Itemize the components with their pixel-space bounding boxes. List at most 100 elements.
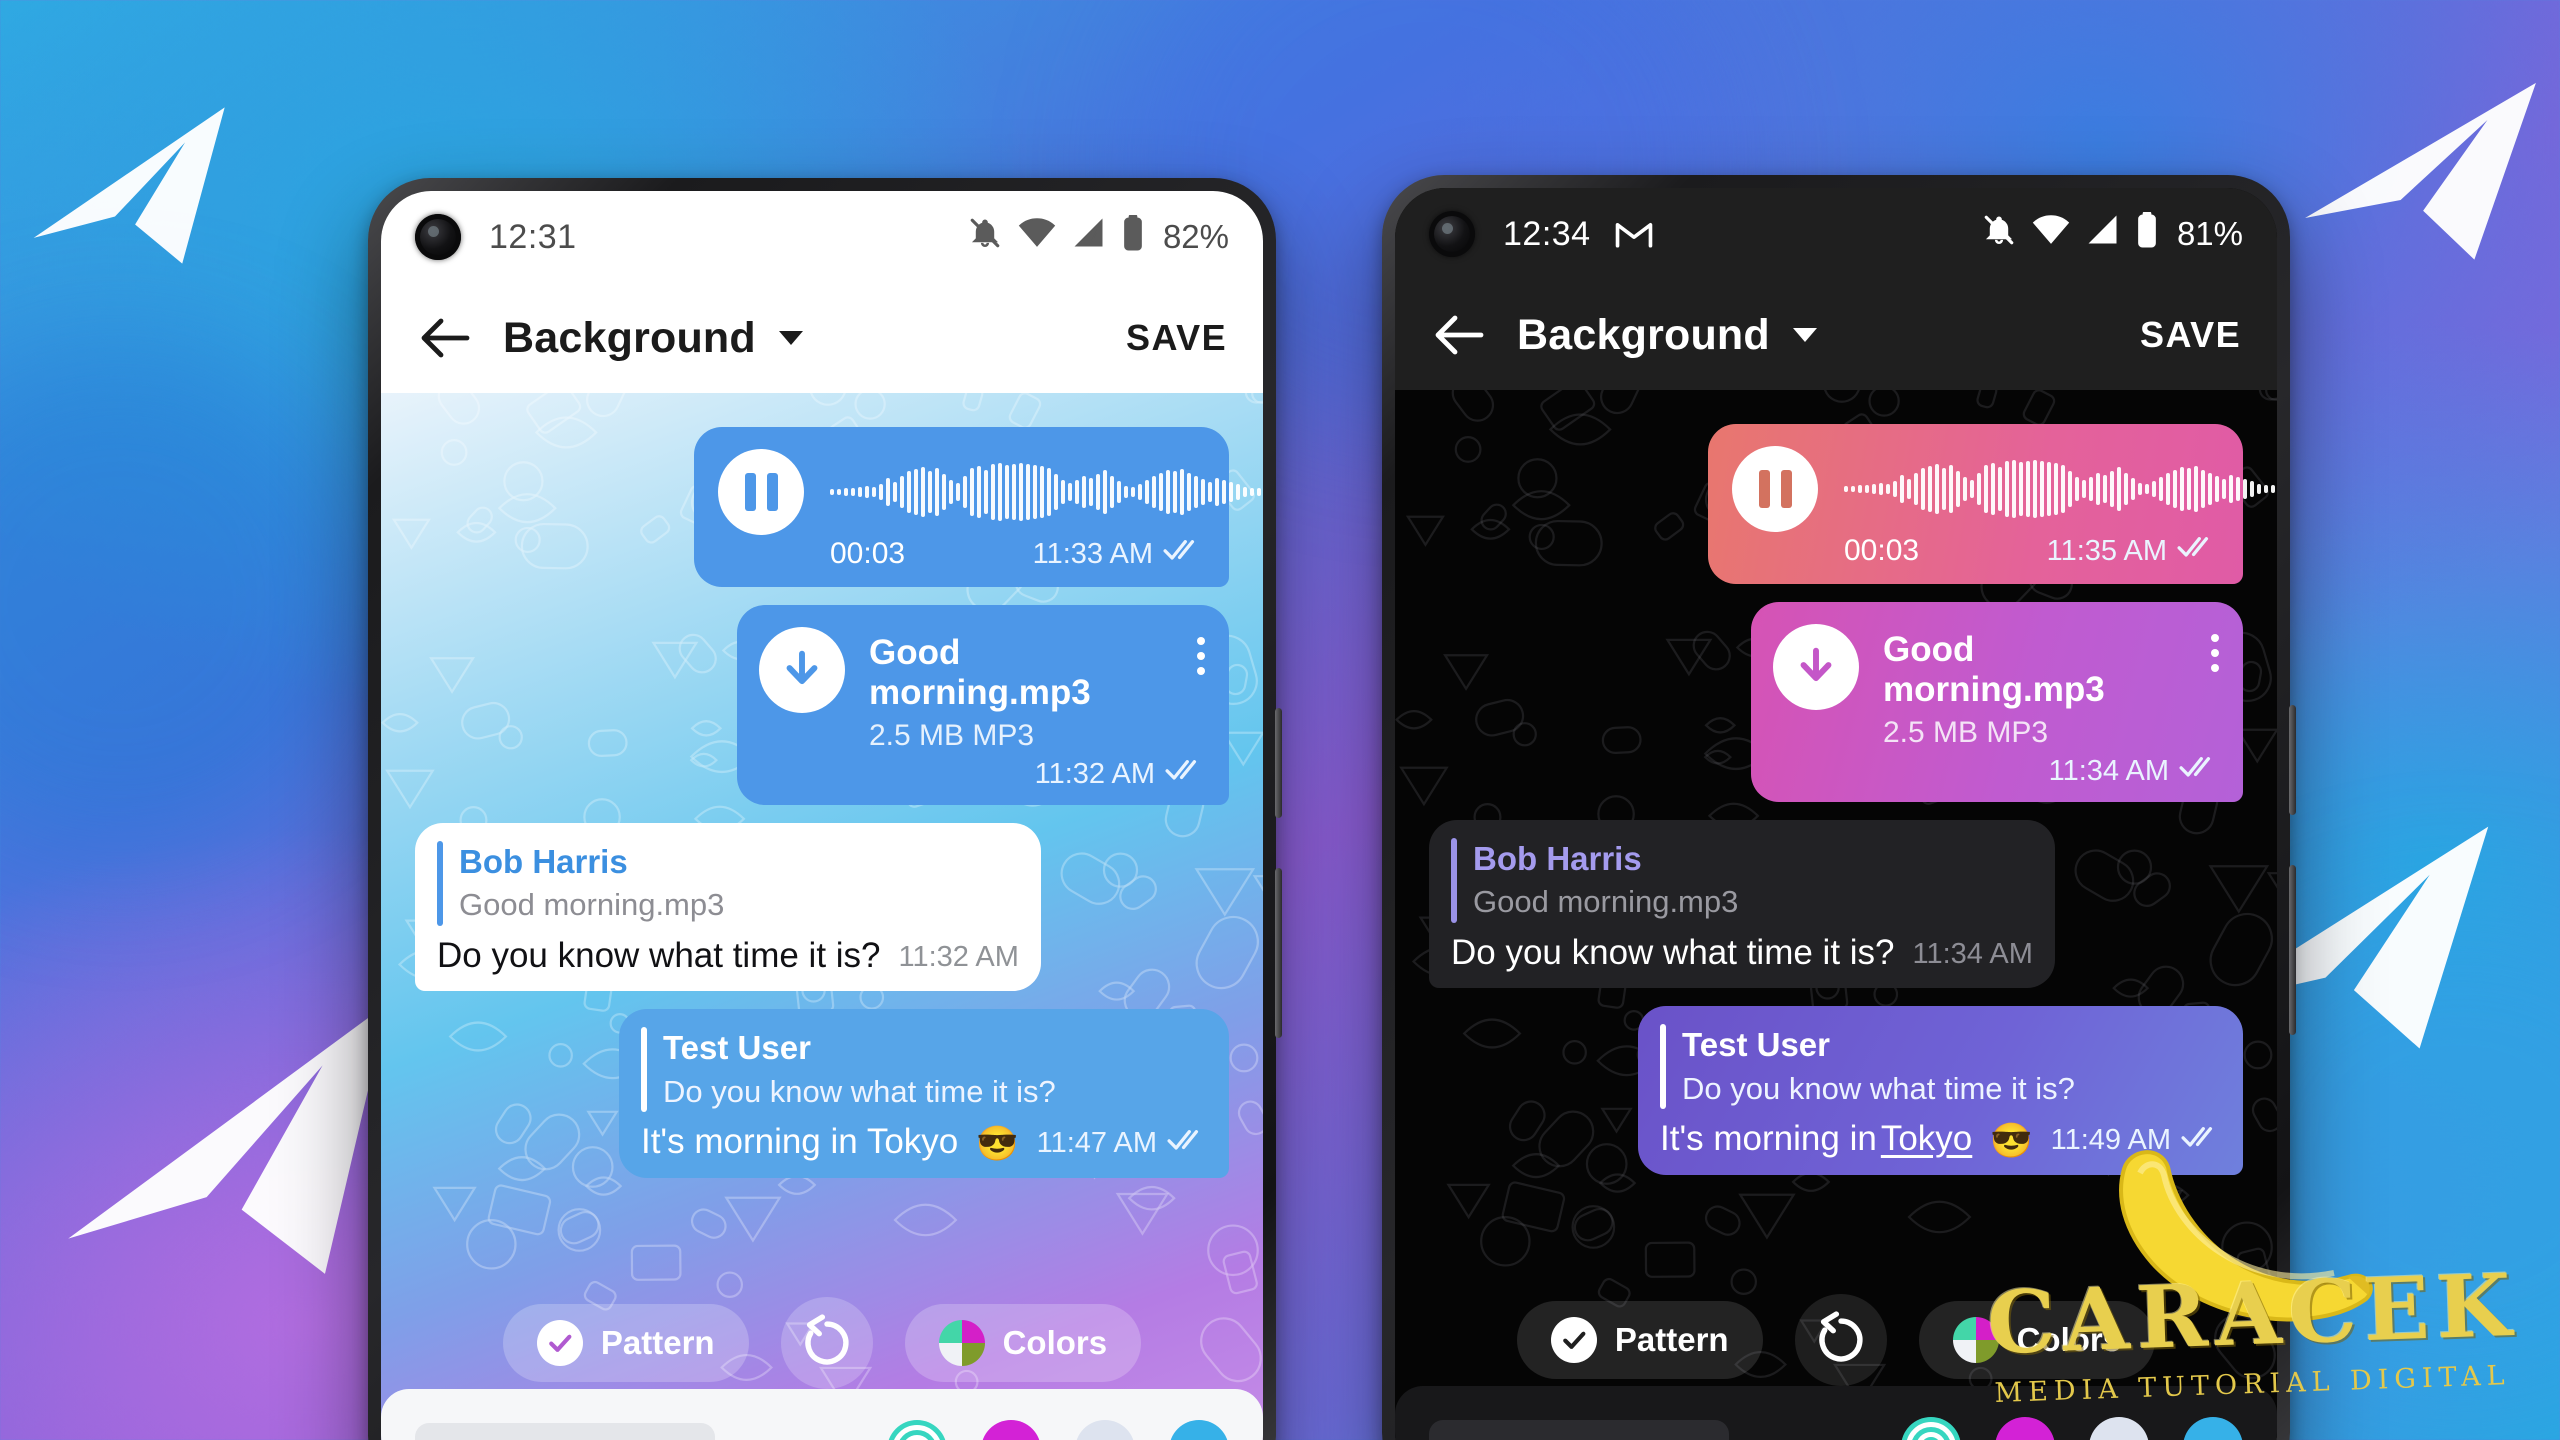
voice-player [718,449,1261,535]
voice-footer: 00:03 11:33 AM [718,537,1203,571]
screen-dark: 12:34 81% Background SAVE 00:03 11:35 AM Good … [1395,188,2277,1440]
gmail-icon [1615,219,1653,249]
voice-duration: 00:03 [1844,534,1920,567]
voice-message-bubble[interactable]: 00:03 11:35 AM [1708,424,2275,584]
power-button[interactable] [2289,705,2296,815]
message-time: 11:33 AM [1032,537,1153,570]
message-row: Bob Harris Good morning.mp3 Do you know wh… [1429,820,2243,989]
front-camera-punch-hole [415,214,461,260]
audio-file-bubble[interactable]: Good morning.mp3 2.5 MB MP3 11:34 AM [1751,602,2243,802]
status-time: 12:31 [489,217,577,256]
reply-preview-text: Do you know what time it is? [662,1073,1056,1109]
kebab-menu-icon[interactable] [1197,627,1205,675]
bell-off-icon [1982,213,2016,256]
color-swatch[interactable] [981,1420,1041,1440]
sheet-input-field[interactable] [1429,1420,1729,1440]
message-row: Test User Do you know what time it is? It'… [1429,1006,2243,1175]
message-meta: 11:34 AM [1773,754,2219,788]
double-check-icon [1163,537,1203,571]
message-link-word[interactable]: Tokyo [1881,1117,1972,1161]
wifi-icon [1018,216,1056,259]
reply-preview-text: Good morning.mp3 [1473,884,1739,920]
chevron-down-icon[interactable] [778,329,804,347]
reply-quote[interactable]: Test User Do you know what time it is? [1660,1024,2221,1109]
color-swatch[interactable] [1075,1420,1135,1440]
save-button[interactable]: SAVE [2140,314,2241,356]
colors-label: Colors [1002,1324,1108,1361]
message-row: Bob Harris Good morning.mp3 Do you know wh… [415,823,1229,992]
power-button[interactable] [1275,708,1282,818]
color-swatch[interactable] [1995,1417,2055,1440]
wifi-icon [2032,213,2070,256]
text-message-bubble[interactable]: Bob Harris Good morning.mp3 Do you know wh… [1429,820,2055,989]
download-button[interactable] [1773,624,1859,710]
kebab-menu-icon[interactable] [2211,624,2219,672]
pattern-button[interactable]: Pattern [1516,1301,1763,1379]
message-meta: 11:47 AM [1037,1127,1207,1164]
message-meta: 11:32 AM [899,941,1019,977]
download-button[interactable] [759,627,845,713]
status-bar: 12:31 82% [381,191,1263,283]
page-title: Background [1517,310,1770,359]
reset-button[interactable] [1794,1294,1887,1386]
voice-duration: 00:03 [830,537,906,570]
text-message-bubble[interactable]: Test User Do you know what time it is? It'… [618,1009,1229,1178]
app-toolbar: Background SAVE [381,283,1263,393]
double-check-icon [1165,757,1205,791]
save-button[interactable]: SAVE [1126,317,1227,359]
message-time: 11:32 AM [1034,757,1155,790]
color-swatch[interactable] [1901,1417,1961,1440]
message-list: 00:03 11:35 AM Good morning.mp3 2.5 MB MP3 1… [1395,390,2277,1440]
pause-button[interactable] [1732,446,1818,532]
reply-quote[interactable]: Bob Harris Good morning.mp3 [437,841,1019,926]
back-button[interactable] [417,310,473,366]
reply-accent-bar [1660,1024,1667,1109]
reply-quote[interactable]: Bob Harris Good morning.mp3 [1451,838,2033,923]
sheet-input-field[interactable] [415,1423,715,1440]
colors-label: Colors [2016,1321,2122,1358]
text-message-bubble[interactable]: Bob Harris Good morning.mp3 Do you know wh… [415,823,1041,992]
battery-icon [2136,210,2158,257]
text-message-bubble[interactable]: Test User Do you know what time it is? It'… [1638,1006,2243,1175]
front-camera-punch-hole [1429,211,1475,257]
status-bar: 12:34 81% [1395,188,2277,280]
message-time: 11:32 AM [898,941,1019,974]
color-swatch[interactable] [887,1420,947,1440]
voice-waveform[interactable] [830,462,1263,522]
battery-percentage: 81% [2176,215,2243,252]
reply-quote-text: Test User Do you know what time it is? [1682,1024,2075,1109]
reply-author-name: Bob Harris [1473,840,1642,877]
reset-button[interactable] [780,1297,873,1389]
voice-waveform[interactable] [1844,459,2277,519]
color-wheel-icon [1952,1317,1999,1363]
color-swatch[interactable] [2183,1417,2243,1440]
pause-button[interactable] [718,449,804,535]
message-meta: 11:49 AM [2051,1124,2221,1161]
color-swatch[interactable] [2089,1417,2149,1440]
signal-icon [2086,213,2120,256]
colors-button[interactable]: Colors [904,1304,1142,1382]
message-meta: 11:34 AM [1913,938,2033,974]
volume-button[interactable] [2289,865,2296,1035]
volume-button[interactable] [1275,868,1282,1038]
color-swatch[interactable] [1169,1420,1229,1440]
reply-quote-text: Test User Do you know what time it is? [663,1027,1056,1112]
voice-message-bubble[interactable]: 00:03 11:33 AM [694,427,1261,587]
voice-footer: 00:03 11:35 AM [1732,534,2217,568]
pattern-button[interactable]: Pattern [502,1304,749,1382]
audio-file-bubble[interactable]: Good morning.mp3 2.5 MB MP3 11:32 AM [737,605,1229,805]
reply-quote[interactable]: Test User Do you know what time it is? [640,1027,1207,1112]
message-row: Test User Do you know what time it is? It'… [415,1009,1229,1178]
back-button[interactable] [1431,307,1487,363]
reply-preview-text: Good morning.mp3 [459,887,725,923]
reply-quote-text: Bob Harris Good morning.mp3 [1473,838,1738,923]
double-check-icon [2181,1124,2221,1158]
message-row: Good morning.mp3 2.5 MB MP3 11:32 AM [415,605,1229,805]
colors-button[interactable]: Colors [1918,1301,2156,1379]
chat-area: 00:03 11:35 AM Good morning.mp3 2.5 MB MP3 1… [1395,390,2277,1440]
chevron-down-icon[interactable] [1792,326,1818,344]
message-time: 11:47 AM [1036,1127,1157,1160]
message-text: It's morning in Tokyo [640,1121,959,1161]
battery-percentage: 82% [1162,218,1229,255]
audio-file-info: Good morning.mp3 2.5 MB MP3 [1883,624,2187,750]
